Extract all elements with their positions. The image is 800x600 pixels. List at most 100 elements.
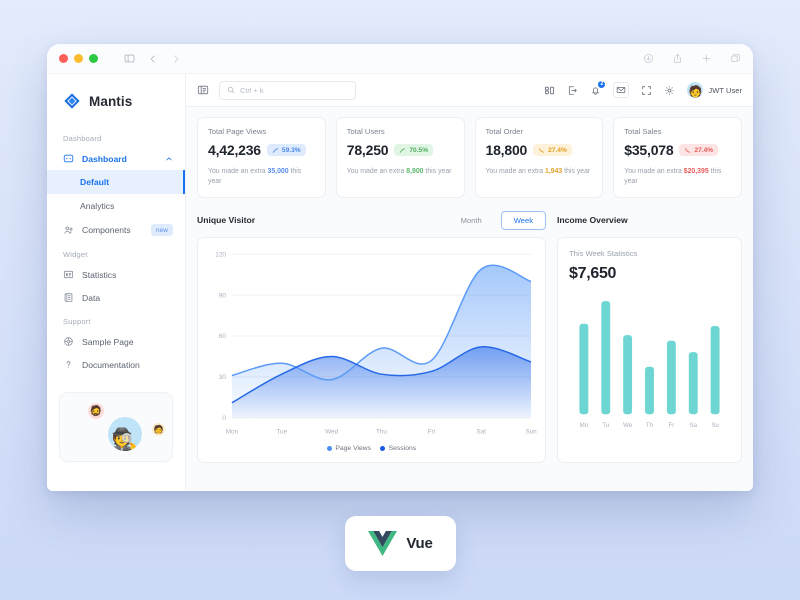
sidebar-item-label: Dashboard [82, 153, 127, 164]
bar-chart[interactable]: Mo Tu We Th Fr Sa Su [569, 283, 730, 433]
top-toolbar: Ctrl + k 2 🧑 JWT User [186, 74, 753, 107]
data-icon [63, 292, 74, 303]
small-avatar-pink: 🧔 [88, 403, 104, 419]
bar [710, 326, 720, 415]
legend-dot-page-views [326, 446, 332, 451]
status-badge: 59.3% [266, 144, 306, 156]
minimize-window-button[interactable] [74, 54, 83, 63]
sidebar-item-sample-page[interactable]: Sample Page [47, 330, 185, 353]
stat-card-total-sales[interactable]: Total Sales $35,078 27.4% You made an ex… [613, 117, 742, 198]
chrome-action-icons [643, 53, 741, 64]
sidebar-item-label: Sample Page [82, 336, 134, 347]
sidebar-item-default[interactable]: Default [47, 170, 185, 194]
grid-apps-icon[interactable] [544, 85, 555, 96]
legend-item-page-views[interactable]: Page Views [326, 445, 371, 452]
vue-badge: Vue [345, 516, 456, 571]
question-mark-icon [63, 359, 74, 370]
chevron-left-icon[interactable] [148, 54, 158, 64]
person-hat-avatar: 🕵️ [108, 417, 142, 451]
panel-title: Unique Visitor [197, 215, 256, 225]
stat-card-title: Total Order [485, 127, 524, 136]
trend-up-icon [400, 147, 406, 153]
sidebar-item-data[interactable]: Data [47, 286, 185, 309]
chevron-up-icon [165, 155, 173, 163]
fullscreen-icon[interactable] [641, 85, 652, 96]
traffic-lights [59, 54, 98, 63]
dashboard-content: Total Page Views 4,42,236 59.3% You made… [186, 107, 753, 491]
chevron-right-icon[interactable] [171, 54, 181, 64]
statistics-icon [63, 269, 74, 280]
toolbar-icons: 2 🧑 JWT User [544, 79, 742, 98]
legend-dot-sessions [380, 446, 386, 451]
search-placeholder: Ctrl + k [240, 85, 264, 95]
browser-chrome [47, 44, 753, 74]
sidebar-caption-support: Support [63, 317, 91, 326]
close-window-button[interactable] [59, 54, 68, 63]
sidebar-item-components[interactable]: Components new [47, 218, 185, 242]
dashboard-panels: Unique Visitor Month Week 0 30 60 90 120… [197, 210, 742, 463]
stat-card-pill-text: 27.4% [548, 146, 567, 154]
chrome-nav-icons [124, 53, 181, 64]
area-chart[interactable]: 0 30 60 90 120 Mon Tue Wed Thu Fri Sat Sun [206, 246, 537, 444]
app-window: Mantis Dashboard Dashboard Default Analy [47, 44, 753, 491]
gear-icon[interactable] [664, 85, 675, 96]
subtext-suffix: this year [562, 168, 591, 175]
menu-collapse-icon[interactable] [197, 84, 209, 96]
subtext-prefix: You made an extra [208, 168, 268, 175]
plus-icon[interactable] [701, 53, 712, 64]
legend-item-sessions[interactable]: Sessions [380, 445, 416, 452]
stat-card-subtext: You made an extra 8,900 this year [347, 167, 454, 177]
sidebar-item-statistics[interactable]: Statistics [47, 263, 185, 286]
app-body: Mantis Dashboard Dashboard Default Analy [47, 74, 753, 491]
user-menu[interactable]: 🧑 JWT User [687, 82, 742, 98]
stat-card-pill-text: 59.3% [281, 146, 301, 154]
bell-icon[interactable]: 2 [590, 79, 607, 96]
export-icon[interactable] [567, 85, 578, 96]
subtext-highlight: $20,395 [683, 168, 709, 175]
sidebar: Mantis Dashboard Dashboard Default Analy [47, 74, 186, 491]
toggle-week[interactable]: Week [500, 210, 546, 230]
status-badge: 27.4% [679, 144, 719, 156]
share-icon[interactable] [672, 53, 683, 64]
brand-logo[interactable]: Mantis [47, 86, 185, 126]
sidebar-item-label: Statistics [82, 269, 117, 280]
status-badge: 27.4% [533, 144, 572, 156]
unique-visitor-panel: Unique Visitor Month Week 0 30 60 90 120… [197, 210, 546, 463]
svg-text:Sa: Sa [690, 422, 698, 429]
user-avatar: 🧑 [687, 82, 704, 98]
sidebar-item-label: Components [82, 225, 131, 235]
search-input[interactable]: Ctrl + k [219, 80, 356, 100]
svg-text:Fri: Fri [428, 429, 435, 436]
svg-text:Th: Th [646, 422, 653, 429]
brand-name: Mantis [89, 93, 133, 109]
sidebar-item-documentation[interactable]: Documentation [47, 353, 185, 376]
subtext-highlight: 35,000 [267, 168, 289, 175]
subtext-prefix: You made an extra [346, 168, 407, 175]
stat-card-total-page-views[interactable]: Total Page Views 4,42,236 59.3% You made… [197, 117, 326, 198]
svg-text:0: 0 [222, 415, 226, 422]
stat-card-title: Total Users [346, 127, 385, 136]
sidebar-promo-card[interactable]: 🧔 🕵️ 🧑 [59, 392, 173, 462]
copy-tabs-icon[interactable] [730, 53, 741, 64]
download-icon[interactable] [643, 53, 654, 64]
svg-text:Fr: Fr [668, 422, 674, 429]
sidebar-subitem-label: Default [80, 177, 110, 187]
mail-icon[interactable] [613, 82, 630, 98]
stat-card-subtext: You made an extra $20,395 this year [624, 167, 731, 187]
sidebar-caption-dashboard: Dashboard [63, 134, 102, 143]
stat-card-total-order[interactable]: Total Order 18,800 27.4% You made an ext… [474, 117, 604, 198]
sidebar-panel-icon[interactable] [124, 53, 135, 64]
unique-visitor-header: Unique Visitor Month Week [197, 210, 546, 230]
stat-card-total-users[interactable]: Total Users 78,250 70.5% You made an ext… [335, 117, 465, 198]
vue-logo-icon [368, 531, 398, 556]
trend-down-icon [539, 147, 545, 153]
toggle-month[interactable]: Month [448, 211, 495, 230]
bar [623, 335, 633, 415]
sidebar-item-analytics[interactable]: Analytics [47, 194, 185, 218]
stat-card-pill-text: 27.4% [694, 146, 714, 154]
maximize-window-button[interactable] [89, 54, 98, 63]
components-icon [63, 225, 74, 236]
subtext-prefix: You made an extra [624, 168, 684, 175]
sidebar-item-dashboard[interactable]: Dashboard [47, 147, 185, 170]
income-overview-header: Income Overview [557, 210, 742, 230]
